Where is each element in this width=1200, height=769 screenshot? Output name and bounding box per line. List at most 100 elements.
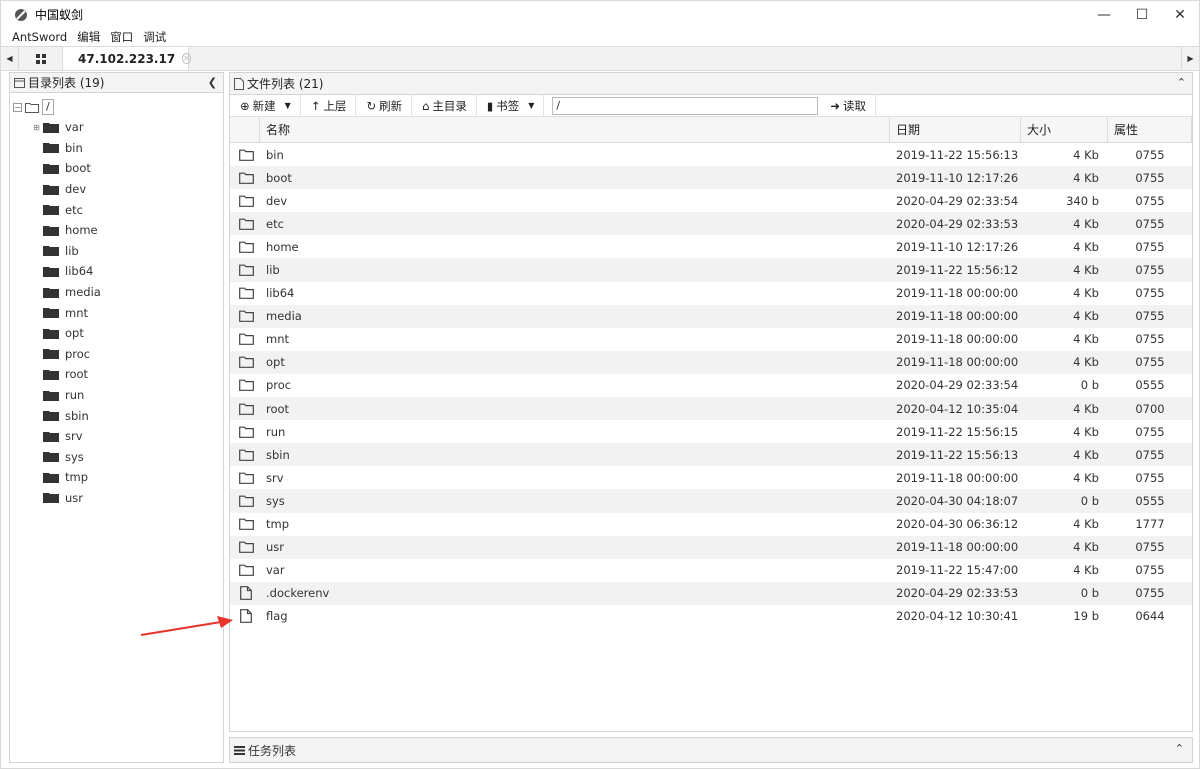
- tree-item-proc[interactable]: proc: [10, 344, 223, 365]
- file-row[interactable]: mnt 2019-11-18 00:00:00 4 Kb 0755: [230, 328, 1192, 351]
- tab-home-grid[interactable]: [19, 47, 63, 70]
- column-date[interactable]: 日期: [890, 117, 1021, 142]
- file-name-cell: dev: [266, 193, 288, 208]
- tree-item-etc[interactable]: etc: [10, 199, 223, 220]
- tab-scroll-left-button[interactable]: ◀: [1, 47, 19, 70]
- tree-item-label: run: [65, 388, 85, 403]
- file-row[interactable]: bin 2019-11-22 15:56:13 4 Kb 0755: [230, 143, 1192, 166]
- bookmark-label: 书签: [496, 98, 520, 113]
- refresh-button[interactable]: ↻ 刷新: [364, 94, 413, 117]
- file-size-cell: 0 b: [1080, 586, 1099, 601]
- caret-right-icon: ▶: [1187, 54, 1194, 63]
- menu-window[interactable]: 窗口: [110, 29, 133, 45]
- file-row[interactable]: root 2020-04-12 10:35:04 4 Kb 0700: [230, 397, 1192, 421]
- file-date-cell: 2020-04-29 02:33:54: [896, 193, 1019, 208]
- menu-debug[interactable]: 调试: [143, 29, 166, 45]
- collapse-toggle-icon[interactable]: −: [13, 102, 22, 112]
- expand-up-icon[interactable]: ⌃: [1175, 742, 1184, 755]
- folder-icon: [43, 184, 59, 195]
- new-button[interactable]: ⊕ 新建 ▼: [238, 94, 301, 117]
- folder-outline-icon: [230, 374, 260, 397]
- file-row[interactable]: lib64 2019-11-18 00:00:00 4 Kb 0755: [230, 282, 1192, 305]
- tree-item-srv[interactable]: srv: [10, 426, 223, 447]
- file-date-cell: 2019-11-10 12:17:26: [896, 239, 1019, 254]
- file-row[interactable]: dev 2020-04-29 02:33:54 340 b 0755: [230, 189, 1192, 212]
- file-row[interactable]: usr 2019-11-18 00:00:00 4 Kb 0755: [230, 535, 1192, 559]
- tree-item-tmp[interactable]: tmp: [10, 467, 223, 488]
- file-name-cell: lib: [266, 263, 280, 278]
- column-attr[interactable]: 属性: [1108, 117, 1192, 142]
- collapse-up-icon[interactable]: ⌃: [1177, 76, 1186, 89]
- file-row[interactable]: .dockerenv 2020-04-29 02:33:53 0 b 0755: [230, 581, 1192, 605]
- tree-item-sbin[interactable]: sbin: [10, 405, 223, 426]
- file-grid-header: 名称 日期 大小 属性: [230, 117, 1192, 143]
- file-row[interactable]: opt 2019-11-18 00:00:00 4 Kb 0755: [230, 350, 1192, 374]
- tree-item-usr[interactable]: usr: [10, 488, 223, 509]
- tree-item-sys[interactable]: sys: [10, 447, 223, 468]
- tab-scroll-right-button[interactable]: ▶: [1181, 47, 1199, 70]
- home-dir-button[interactable]: ⌂ 主目录: [420, 94, 477, 117]
- expand-toggle-icon[interactable]: ⊞: [30, 123, 43, 132]
- file-row[interactable]: run 2019-11-22 15:56:15 4 Kb 0755: [230, 420, 1192, 443]
- read-button[interactable]: ➜ 读取: [828, 94, 877, 117]
- file-panel-title: 文件列表 (21): [247, 77, 324, 91]
- file-row[interactable]: srv 2019-11-18 00:00:00 4 Kb 0755: [230, 466, 1192, 489]
- close-button[interactable]: ✕: [1161, 1, 1199, 28]
- file-row[interactable]: tmp 2020-04-30 06:36:12 4 Kb 1777: [230, 513, 1192, 536]
- file-row[interactable]: sys 2020-04-30 04:18:07 0 b 0555: [230, 489, 1192, 513]
- tree-item-dev[interactable]: dev: [10, 179, 223, 200]
- folder-outline-icon: [230, 235, 260, 258]
- folder-icon: [43, 328, 59, 339]
- path-input[interactable]: [552, 96, 819, 115]
- tree-item-home[interactable]: home: [10, 220, 223, 241]
- tree-root-node[interactable]: − /: [10, 97, 223, 117]
- tree-item-lib[interactable]: lib: [10, 241, 223, 262]
- tree-item-mnt[interactable]: mnt: [10, 302, 223, 323]
- tree-item-run[interactable]: run: [10, 385, 223, 406]
- file-row[interactable]: home 2019-11-10 12:17:26 4 Kb 0755: [230, 235, 1192, 258]
- bookmark-button[interactable]: ▮ 书签 ▼: [485, 94, 545, 117]
- file-row[interactable]: proc 2020-04-29 02:33:54 0 b 0555: [230, 374, 1192, 397]
- tree-item-root[interactable]: root: [10, 364, 223, 385]
- file-row[interactable]: sbin 2019-11-22 15:56:13 4 Kb 0755: [230, 443, 1192, 467]
- maximize-button[interactable]: ☐: [1123, 1, 1161, 28]
- file-row[interactable]: etc 2020-04-29 02:33:53 4 Kb 0755: [230, 212, 1192, 236]
- folder-outline-icon: [230, 305, 260, 328]
- file-attr-cell: 0755: [1135, 309, 1165, 324]
- tree-item-label: sys: [65, 449, 84, 464]
- tree-item-var[interactable]: ⊞ var: [10, 117, 223, 138]
- collapse-left-icon[interactable]: ❮: [208, 76, 217, 89]
- minimize-button[interactable]: —: [1085, 1, 1123, 28]
- file-date-cell: 2019-11-22 15:56:13: [896, 147, 1019, 162]
- file-name-cell: media: [266, 309, 302, 324]
- file-attr-cell: 0755: [1135, 147, 1165, 162]
- folder-icon: [43, 307, 59, 319]
- folder-outline-icon: [230, 536, 260, 559]
- file-row[interactable]: media 2019-11-18 00:00:00 4 Kb 0755: [230, 304, 1192, 328]
- column-size[interactable]: 大小: [1021, 117, 1108, 142]
- tree-item-lib64[interactable]: lib64: [10, 261, 223, 282]
- tree-item-bin[interactable]: bin: [10, 138, 223, 159]
- tree-item-label: var: [65, 120, 84, 135]
- file-row[interactable]: var 2019-11-22 15:47:00 4 Kb 0755: [230, 559, 1192, 582]
- file-date-cell: 2019-11-22 15:56:13: [896, 447, 1019, 462]
- file-row[interactable]: flag 2020-04-12 10:30:41 19 b 0644: [230, 605, 1192, 628]
- file-name-cell: var: [266, 563, 285, 578]
- tab-shell-session[interactable]: 47.102.223.17 ✕: [63, 47, 191, 70]
- up-level-button[interactable]: ↑ 上层: [309, 94, 357, 117]
- tree-item-media[interactable]: media: [10, 282, 223, 303]
- column-name[interactable]: 名称: [260, 117, 890, 142]
- directory-panel-header: 目录列表 (19) ❮: [10, 73, 223, 93]
- file-size-cell: 4 Kb: [1073, 147, 1099, 162]
- folder-outline-icon: [230, 212, 260, 235]
- file-attr-cell: 0755: [1135, 424, 1165, 439]
- file-date-cell: 2020-04-12 10:30:41: [896, 609, 1019, 624]
- menu-antsword[interactable]: AntSword: [12, 30, 67, 44]
- tab-close-icon[interactable]: ✕: [182, 53, 191, 64]
- tree-item-boot[interactable]: boot: [10, 158, 223, 179]
- file-row[interactable]: lib 2019-11-22 15:56:12 4 Kb 0755: [230, 258, 1192, 282]
- file-row[interactable]: boot 2019-11-10 12:17:26 4 Kb 0755: [230, 166, 1192, 190]
- file-list-panel: 文件列表 (21) ⌃ ⊕ 新建 ▼ ↑ 上层 ↻ 刷新 ⌂ 主目录 ▮ 书签 …: [229, 72, 1193, 732]
- menu-edit[interactable]: 编辑: [77, 29, 100, 45]
- tree-item-opt[interactable]: opt: [10, 323, 223, 344]
